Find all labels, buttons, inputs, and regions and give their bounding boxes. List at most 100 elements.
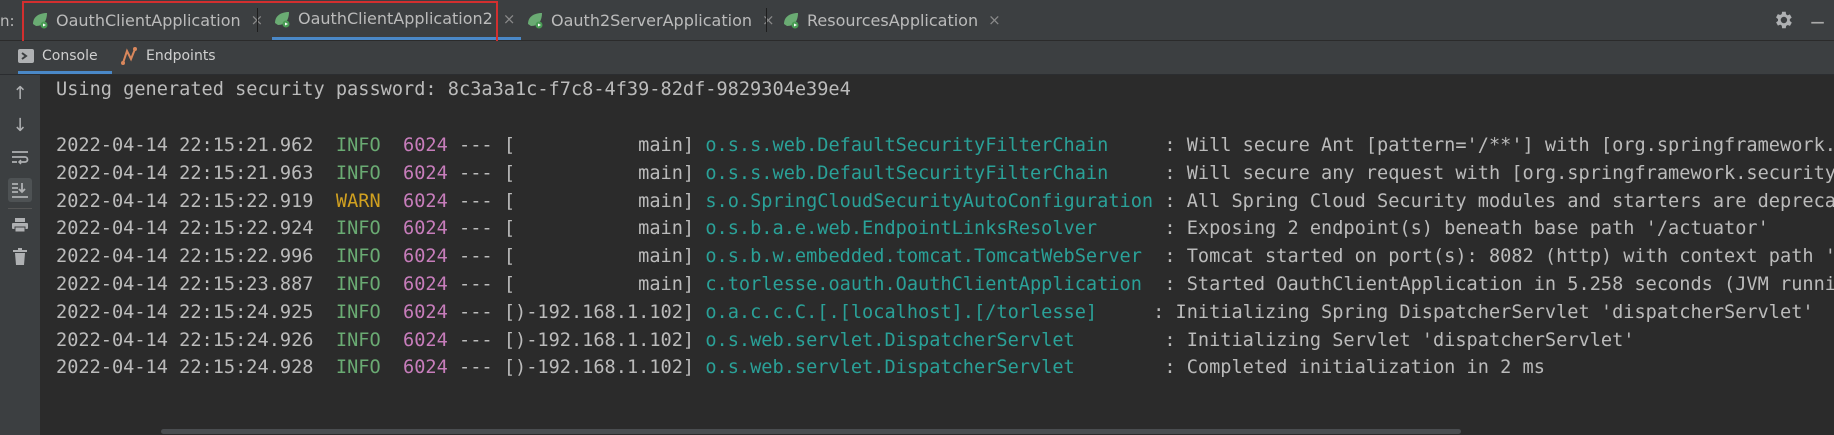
tab-label: Oauth2ServerApplication [551, 10, 752, 30]
tab-resources-application[interactable]: ResourcesApplication × [781, 0, 1001, 40]
log-level: INFO [335, 301, 381, 323]
log-separator: --- [447, 162, 504, 184]
minimize-icon[interactable]: − [1809, 10, 1826, 34]
log-message: : Exposing 2 endpoint(s) beneath base pa… [1164, 218, 1769, 240]
log-message: : Initializing Spring DispatcherServlet … [1153, 301, 1814, 323]
log-timestamp: 2022-04-14 22:15:24.928 [56, 357, 314, 379]
log-timestamp: 2022-04-14 22:15:23.887 [56, 274, 314, 295]
log-thread: [ main] [503, 218, 695, 240]
log-line: 2022-04-14 22:15:22.919 WARN 6024 --- [ … [56, 191, 1834, 212]
gear-icon[interactable] [1772, 9, 1794, 31]
log-message: : Started OauthClientApplication in 5.25… [1164, 274, 1834, 295]
tab-label: ResourcesApplication [807, 10, 979, 30]
log-separator: --- [447, 218, 504, 240]
spring-run-icon [528, 13, 543, 29]
log-message: : Will secure any request with [org.spri… [1164, 162, 1834, 184]
log-logger: o.a.c.c.C.[.[localhost].[/torlesse] [705, 301, 1154, 323]
log-thread: [)-192.168.1.102] [503, 357, 695, 379]
log-separator: --- [447, 135, 504, 156]
log-pid: 6024 [403, 135, 448, 156]
log-level: INFO [335, 162, 381, 184]
log-level: INFO [335, 274, 381, 295]
horizontal-scrollbar[interactable] [41, 429, 1834, 435]
run-tab-bar: n: OauthClientApplication × OauthClientA… [0, 0, 1834, 45]
tab-console[interactable]: Console [18, 41, 112, 74]
log-timestamp: 2022-04-14 22:15:21.962 [56, 135, 314, 156]
console-output[interactable]: Using generated security password: 8c3a3… [41, 75, 1834, 435]
log-logger: o.s.b.w.embedded.tomcat.TomcatWebServer [705, 246, 1165, 268]
log-thread: [ main] [503, 246, 695, 268]
highlight-box [22, 1, 498, 45]
down-arrow-icon[interactable]: ↓ [8, 113, 32, 137]
tab-label: Console [42, 48, 98, 64]
log-message: : Will secure Ant [pattern='/**'] with [… [1164, 135, 1834, 156]
log-thread: [ main] [503, 274, 695, 295]
trash-icon[interactable] [8, 245, 32, 269]
log-logger: o.s.s.web.DefaultSecurityFilterChain [705, 135, 1165, 156]
log-pid: 6024 [403, 218, 448, 240]
log-line: 2022-04-14 22:15:23.887 INFO 6024 --- [ … [56, 274, 1834, 295]
log-pid: 6024 [403, 190, 448, 212]
close-icon[interactable]: × [503, 10, 516, 28]
close-icon[interactable]: × [762, 11, 775, 29]
log-timestamp: 2022-04-14 22:15:21.963 [56, 162, 314, 184]
log-pid: 6024 [403, 246, 448, 268]
log-pid: 6024 [403, 162, 448, 184]
log-timestamp: 2022-04-14 22:15:22.919 [56, 190, 314, 212]
log-message: : Completed initialization in 2 ms [1164, 357, 1545, 379]
close-icon[interactable]: × [988, 11, 1001, 29]
log-pid: 6024 [403, 357, 448, 379]
log-separator: --- [447, 246, 504, 268]
log-pid: 6024 [403, 274, 448, 295]
log-timestamp: 2022-04-14 22:15:24.925 [56, 301, 314, 323]
endpoints-icon [121, 47, 137, 65]
log-logger: s.o.SpringCloudSecurityAutoConfiguration [705, 190, 1165, 212]
security-password-line: Using generated security password: 8c3a3… [56, 79, 851, 100]
log-timestamp: 2022-04-14 22:15:22.924 [56, 218, 314, 240]
log-separator: --- [447, 329, 504, 351]
log-separator: --- [447, 274, 504, 295]
print-icon[interactable] [8, 213, 32, 237]
log-message: : All Spring Cloud Security modules and … [1164, 190, 1834, 212]
log-thread: [ main] [503, 190, 695, 212]
log-level: INFO [335, 246, 381, 268]
log-line: 2022-04-14 22:15:22.996 INFO 6024 --- [ … [56, 246, 1834, 267]
log-thread: [)-192.168.1.102] [503, 301, 695, 323]
log-separator: --- [447, 190, 504, 212]
log-thread: [ main] [503, 162, 695, 184]
log-logger: c.torlesse.oauth.OauthClientApplication [705, 274, 1165, 295]
sub-tab-bar: Console Endpoints [0, 41, 1834, 74]
log-line: 2022-04-14 22:15:24.925 INFO 6024 --- [)… [56, 302, 1814, 323]
console-toolbar: ↑ ↓ [0, 75, 41, 435]
scrollbar-thumb[interactable] [161, 429, 1461, 434]
console-icon [18, 49, 34, 63]
log-thread: [)-192.168.1.102] [503, 329, 695, 351]
log-pid: 6024 [403, 301, 448, 323]
log-line: 2022-04-14 22:15:21.963 INFO 6024 --- [ … [56, 163, 1834, 184]
scroll-to-end-icon[interactable] [8, 178, 32, 202]
log-line: 2022-04-14 22:15:22.924 INFO 6024 --- [ … [56, 218, 1769, 239]
log-separator: --- [447, 357, 504, 379]
log-thread: [ main] [503, 135, 695, 156]
log-line: 2022-04-14 22:15:24.926 INFO 6024 --- [)… [56, 330, 1634, 351]
log-level: INFO [335, 329, 381, 351]
log-line: 2022-04-14 22:15:24.928 INFO 6024 --- [)… [56, 357, 1545, 378]
log-level: WARN [335, 190, 381, 212]
log-logger: o.s.web.servlet.DispatcherServlet [705, 329, 1165, 351]
log-level: INFO [335, 135, 381, 156]
tab-endpoints[interactable]: Endpoints [120, 41, 216, 71]
log-level: INFO [335, 357, 381, 379]
log-timestamp: 2022-04-14 22:15:24.926 [56, 329, 314, 351]
run-label: n: [0, 12, 15, 30]
log-level: INFO [335, 218, 381, 240]
log-line: 2022-04-14 22:15:21.962 INFO 6024 --- [ … [56, 135, 1834, 156]
soft-wrap-icon[interactable] [8, 146, 32, 170]
log-logger: o.s.web.servlet.DispatcherServlet [705, 357, 1165, 379]
tab-oauth2-server-application[interactable]: Oauth2ServerApplication × [525, 0, 775, 40]
log-timestamp: 2022-04-14 22:15:22.996 [56, 246, 314, 268]
tab-label: Endpoints [146, 48, 216, 64]
log-logger: o.s.s.web.DefaultSecurityFilterChain [705, 162, 1165, 184]
log-pid: 6024 [403, 329, 448, 351]
up-arrow-icon[interactable]: ↑ [8, 81, 32, 105]
log-message: : Initializing Servlet 'dispatcherServle… [1164, 329, 1635, 351]
